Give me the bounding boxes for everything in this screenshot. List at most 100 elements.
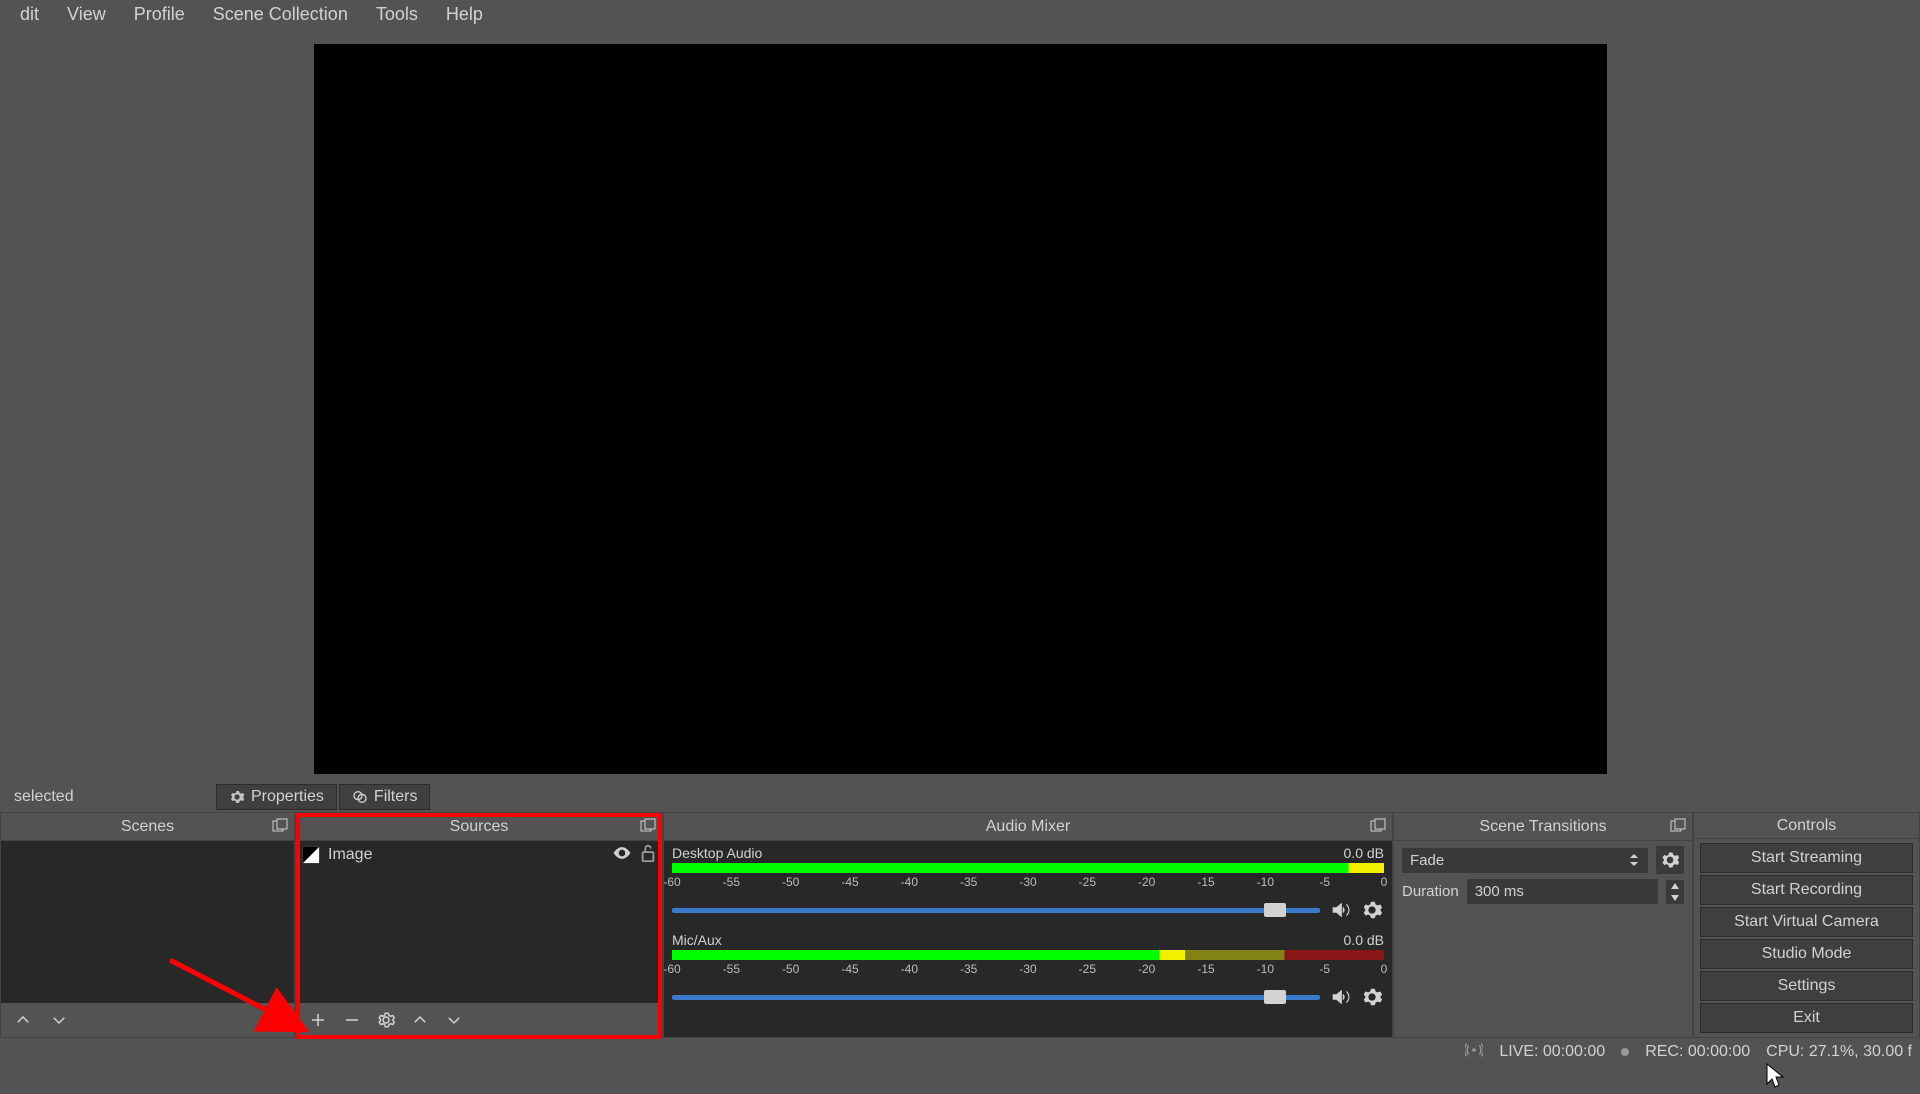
meter-tick: -30 (1019, 875, 1036, 889)
meter-tick: -45 (841, 962, 858, 976)
eye-icon (612, 845, 632, 861)
sources-list[interactable]: Image (296, 841, 662, 1003)
meter-tick: -20 (1138, 875, 1155, 889)
visibility-toggle[interactable] (612, 845, 632, 866)
channel-settings-button[interactable] (1360, 985, 1384, 1009)
scenes-panel: Scenes (0, 812, 295, 1038)
mute-button[interactable] (1328, 985, 1352, 1009)
image-source-icon (302, 846, 320, 864)
remove-source-button[interactable] (338, 1006, 366, 1034)
studio-mode-button[interactable]: Studio Mode (1700, 939, 1913, 969)
scene-transitions-body: Fade Duration 300 ms (1394, 841, 1692, 1037)
minus-icon (343, 1011, 361, 1029)
duration-label: Duration (1402, 883, 1459, 900)
menu-bar: dit View Profile Scene Collection Tools … (0, 0, 1920, 28)
gear-icon (1660, 850, 1680, 870)
menu-help[interactable]: Help (432, 0, 497, 29)
popout-icon[interactable] (1370, 818, 1386, 834)
meter-tick: -35 (960, 962, 977, 976)
controls-title: Controls (1694, 813, 1919, 839)
start-recording-button[interactable]: Start Recording (1700, 875, 1913, 905)
menu-profile[interactable]: Profile (120, 0, 199, 29)
gear-icon (229, 789, 245, 805)
menu-edit[interactable]: dit (6, 0, 53, 29)
add-source-button[interactable] (304, 1006, 332, 1034)
sources-toolbar (296, 1003, 662, 1037)
plus-icon (309, 1011, 327, 1029)
meter-tick: -55 (723, 962, 740, 976)
volume-slider-thumb[interactable] (1264, 903, 1286, 917)
settings-button[interactable]: Settings (1700, 971, 1913, 1001)
source-info-bar: selected Properties Filters (0, 782, 1920, 812)
scenes-list[interactable] (1, 841, 294, 1003)
selection-status: selected (4, 788, 214, 806)
menu-view[interactable]: View (53, 0, 120, 29)
duration-spinner[interactable] (1666, 880, 1684, 904)
source-item-label: Image (328, 846, 372, 864)
source-item[interactable]: Image (296, 841, 662, 869)
meter-tick: -20 (1138, 962, 1155, 976)
status-cpu: CPU: 27.1%, 30.00 f (1766, 1043, 1912, 1061)
sources-title-label: Sources (450, 818, 509, 836)
meter-tick: -60 (664, 875, 681, 889)
scene-move-up-button[interactable] (9, 1006, 37, 1034)
spinner-up[interactable] (1666, 880, 1684, 892)
exit-button[interactable]: Exit (1700, 1003, 1913, 1033)
transition-settings-button[interactable] (1656, 846, 1684, 874)
popout-icon[interactable] (272, 818, 288, 834)
spinner-down[interactable] (1666, 892, 1684, 904)
lock-toggle[interactable] (640, 844, 656, 867)
menu-tools[interactable]: Tools (362, 0, 432, 29)
channel-settings-button[interactable] (1360, 898, 1384, 922)
meter-tick: -10 (1257, 875, 1274, 889)
source-settings-button[interactable] (372, 1006, 400, 1034)
meter-tick: -55 (723, 875, 740, 889)
chevron-down-icon (50, 1011, 68, 1029)
start-streaming-button[interactable]: Start Streaming (1700, 843, 1913, 873)
menu-scene-collection[interactable]: Scene Collection (199, 0, 362, 29)
gear-icon (1361, 899, 1383, 921)
audio-mixer-title-label: Audio Mixer (986, 818, 1070, 836)
volume-slider-thumb[interactable] (1264, 990, 1286, 1004)
filters-button[interactable]: Filters (339, 784, 431, 810)
popout-icon[interactable] (1670, 818, 1686, 834)
meter-tick: -10 (1257, 962, 1274, 976)
channel-name: Mic/Aux (672, 932, 722, 948)
broadcast-icon (1465, 1043, 1483, 1062)
scenes-title-label: Scenes (121, 818, 174, 836)
popout-icon[interactable] (640, 818, 656, 834)
volume-slider[interactable] (672, 995, 1320, 1000)
speaker-icon (1329, 986, 1351, 1008)
controls-body: Start Streaming Start Recording Start Vi… (1694, 839, 1919, 1037)
sources-panel: Sources Image (295, 812, 663, 1038)
meter-tick: -60 (664, 962, 681, 976)
transition-type-select[interactable]: Fade (1402, 848, 1648, 873)
meter-tick: -5 (1319, 875, 1330, 889)
channel-db: 0.0 dB (1344, 845, 1384, 861)
transition-type-value: Fade (1410, 852, 1444, 869)
controls-title-label: Controls (1777, 817, 1837, 835)
volume-slider[interactable] (672, 908, 1320, 913)
dock-row: Scenes Sources Image (0, 812, 1920, 1038)
properties-button[interactable]: Properties (216, 784, 337, 810)
meter-tick: 0 (1381, 875, 1388, 889)
preview-canvas[interactable] (314, 44, 1607, 774)
meter-tick: -25 (1079, 875, 1096, 889)
source-move-up-button[interactable] (406, 1006, 434, 1034)
chevron-down-icon (445, 1011, 463, 1029)
filters-label: Filters (374, 788, 418, 806)
meter-tick: -40 (901, 875, 918, 889)
mute-button[interactable] (1328, 898, 1352, 922)
meter-tick: -5 (1319, 962, 1330, 976)
status-rec: REC: 00:00:00 (1645, 1043, 1750, 1061)
start-virtual-camera-button[interactable]: Start Virtual Camera (1700, 907, 1913, 937)
gear-icon (377, 1011, 395, 1029)
controls-panel: Controls Start Streaming Start Recording… (1693, 812, 1920, 1038)
meter-tick: 0 (1381, 962, 1388, 976)
source-move-down-button[interactable] (440, 1006, 468, 1034)
status-bar: LIVE: 00:00:00 REC: 00:00:00 CPU: 27.1%,… (0, 1038, 1920, 1066)
scene-move-down-button[interactable] (45, 1006, 73, 1034)
transition-duration-input[interactable]: 300 ms (1467, 879, 1658, 904)
chevron-up-icon (1670, 882, 1680, 890)
status-live: LIVE: 00:00:00 (1499, 1043, 1605, 1061)
